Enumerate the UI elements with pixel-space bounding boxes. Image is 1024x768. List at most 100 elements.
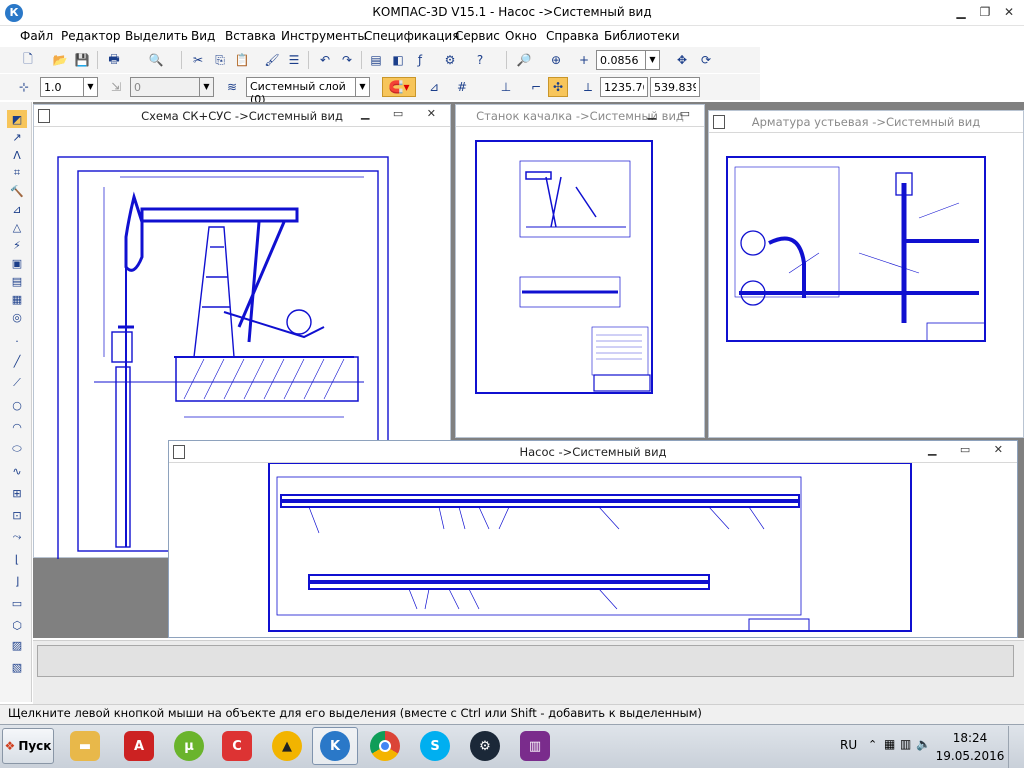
taskbar-archicad[interactable]: ▲ — [264, 727, 310, 765]
polygon-icon[interactable]: ⬡ — [7, 616, 27, 634]
doc-window-controls[interactable]: ▁ ▭ ✕ — [361, 107, 446, 120]
layer-dropdown-icon[interactable]: ▼ — [356, 77, 370, 97]
selection-icon[interactable]: △ — [7, 218, 27, 236]
menu-specification[interactable]: Спецификация — [364, 29, 459, 43]
snap-magnet-icon[interactable]: 🧲▾ — [382, 77, 416, 97]
help-pointer-icon[interactable]: ? — [470, 50, 490, 70]
maximize-button[interactable]: ❐ — [974, 3, 996, 21]
zoom-scale-input[interactable] — [596, 50, 646, 70]
taskbar-file-explorer[interactable]: ▬ — [62, 727, 108, 765]
fill-icon[interactable]: ▧ — [7, 658, 27, 676]
ellipse-icon[interactable]: ⬭ — [7, 440, 27, 458]
save-icon[interactable]: 💾 — [72, 50, 92, 70]
pan-icon[interactable]: ✥ — [672, 50, 692, 70]
coord-x-input[interactable] — [600, 77, 648, 97]
taskbar-skype[interactable]: S — [412, 727, 458, 765]
arc-icon[interactable]: ◠ — [7, 418, 27, 436]
menu-help[interactable]: Справка — [546, 29, 599, 43]
start-button[interactable]: ❖ Пуск — [2, 728, 54, 764]
print-preview-icon[interactable]: 🔍 — [146, 50, 166, 70]
ortho-icon[interactable]: ⊿ — [424, 77, 444, 97]
local-cs-icon[interactable]: ⊹ — [14, 77, 34, 97]
spline-icon[interactable]: ∿ — [7, 462, 27, 480]
print-icon[interactable]: 🖶 — [104, 50, 124, 70]
drawing-nasos-canvas[interactable] — [169, 463, 1019, 639]
menu-window[interactable]: Окно — [505, 29, 537, 43]
cut-icon[interactable]: ✂ — [188, 50, 208, 70]
insert-icon[interactable]: ▦ — [7, 290, 27, 308]
line-scale-dropdown-icon[interactable]: ▼ — [84, 77, 98, 97]
minimize-button[interactable]: ▁ — [950, 3, 972, 21]
doc-window-stanok[interactable]: Станок качалка ->Системный вид ▁ ▭ — [455, 104, 705, 438]
reports-icon[interactable]: ▤ — [7, 272, 27, 290]
new-document-icon[interactable]: 🗋 — [18, 50, 38, 70]
clock-time[interactable]: 18:24 — [940, 731, 1000, 745]
tray-expand-icon[interactable]: ⌃ — [868, 738, 877, 751]
contour-icon[interactable]: ⤳ — [7, 528, 27, 546]
menu-tools[interactable]: Инструменты — [281, 29, 367, 43]
taskbar-winrar[interactable]: ▥ — [512, 727, 558, 765]
menu-file[interactable]: Файл — [20, 29, 53, 43]
parametrization-icon[interactable]: 🔨 — [7, 182, 27, 200]
line-icon[interactable]: ╱ — [7, 352, 27, 370]
taskbar-autocad[interactable]: A — [116, 727, 162, 765]
drawing-armatura-canvas[interactable] — [709, 133, 1024, 439]
manager-icon[interactable]: ▤ — [366, 50, 386, 70]
doc-window-controls[interactable]: ▁ ▭ — [648, 107, 700, 120]
geometry-icon[interactable]: ◩ — [7, 110, 27, 128]
polyline-icon[interactable]: ⊞ — [7, 484, 27, 502]
rect-icon[interactable]: ⊡ — [7, 506, 27, 524]
library-manager-icon[interactable]: ◧ — [388, 50, 408, 70]
chamfer-icon[interactable]: ⌊ — [7, 550, 27, 568]
taskbar-kompas[interactable]: K — [312, 727, 358, 765]
layer-icon[interactable]: ≋ — [222, 77, 242, 97]
cursor-snap-icon[interactable]: ✣ — [548, 77, 568, 97]
clock-date[interactable]: 19.05.2016 — [935, 749, 1005, 763]
tray-app-icon[interactable]: ▦ — [884, 737, 895, 751]
open-folder-icon[interactable]: 📂 — [50, 50, 70, 70]
menu-libraries[interactable]: Библиотеки — [604, 29, 680, 43]
line-scale-input[interactable] — [40, 77, 84, 97]
designations-icon[interactable]: Ʌ — [7, 146, 27, 164]
format-brush-icon[interactable]: 🖌 — [262, 50, 282, 70]
point-icon[interactable]: · — [7, 332, 27, 350]
calculator-icon[interactable]: ⚙ — [440, 50, 460, 70]
zoom-dropdown-icon[interactable]: ▼ — [646, 50, 660, 70]
coord-y-input[interactable] — [650, 77, 700, 97]
doc-window-nasos[interactable]: Насос ->Системный вид ▁ ▭ ✕ — [168, 440, 1018, 638]
taskbar-utorrent[interactable]: µ — [166, 727, 212, 765]
zoom-all-icon[interactable]: ⊕ — [546, 50, 566, 70]
rectangle-icon[interactable]: ▭ — [7, 594, 27, 612]
menu-view[interactable]: Вид — [191, 29, 215, 43]
zoom-window-icon[interactable]: 🔎 — [514, 50, 534, 70]
associative-icon[interactable]: ⚡ — [7, 236, 27, 254]
close-button[interactable]: ✕ — [998, 3, 1020, 21]
menu-service[interactable]: Сервис — [455, 29, 500, 43]
copy-icon[interactable]: ⎘ — [210, 50, 230, 70]
hatch-icon[interactable]: ▨ — [7, 636, 27, 654]
taskbar-ccleaner[interactable]: C — [214, 727, 260, 765]
layer-select[interactable]: Системный слой (0) — [246, 77, 356, 106]
doc-window-controls[interactable]: ▁ ▭ ✕ — [928, 443, 1013, 456]
segment-icon[interactable]: ⟋ — [7, 374, 27, 392]
doc-window-armatura[interactable]: Арматура устьевая ->Системный вид — [708, 110, 1024, 438]
language-indicator[interactable]: RU — [840, 738, 857, 752]
zoom-in-icon[interactable]: + — [574, 50, 594, 70]
circle-icon[interactable]: ○ — [7, 396, 27, 414]
menu-select[interactable]: Выделить — [125, 29, 188, 43]
editing-icon[interactable]: ⌗ — [7, 164, 27, 182]
show-desktop-button[interactable] — [1008, 726, 1024, 768]
redo-icon[interactable]: ↷ — [337, 50, 357, 70]
macro-icon[interactable]: ◎ — [7, 308, 27, 326]
round-icon[interactable]: ⌐ — [526, 77, 546, 97]
drawing-stanok-canvas[interactable] — [456, 127, 706, 439]
variables-icon[interactable]: ƒ — [410, 50, 430, 70]
volume-icon[interactable]: 🔈 — [916, 737, 931, 751]
measure-icon[interactable]: ⊿ — [7, 200, 27, 218]
properties-icon[interactable]: ☰ — [284, 50, 304, 70]
taskbar-chrome[interactable] — [362, 727, 408, 765]
dimensions-icon[interactable]: ↗ — [7, 128, 27, 146]
taskbar-steam[interactable]: ⚙ — [462, 727, 508, 765]
menu-editor[interactable]: Редактор — [61, 29, 120, 43]
cs-icon[interactable]: ⊥ — [496, 77, 516, 97]
